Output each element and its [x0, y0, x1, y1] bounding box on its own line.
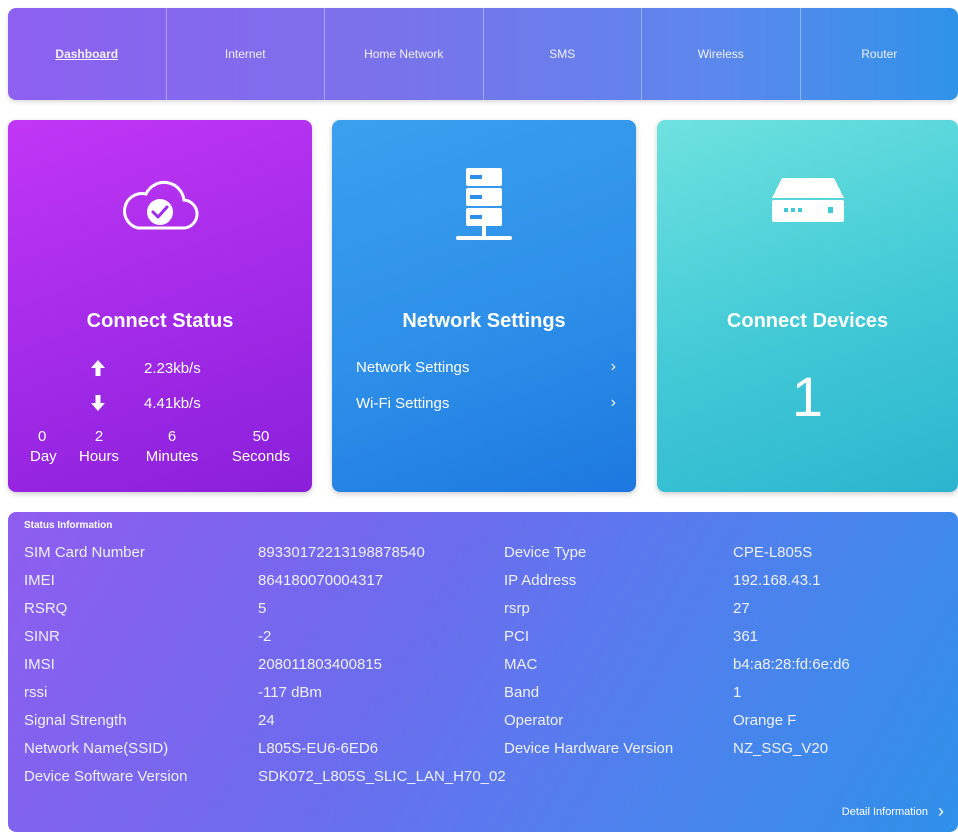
connect-devices-card[interactable]: Connect Devices 1: [657, 120, 958, 492]
status-label: IP Address: [504, 572, 577, 589]
status-label: rsrp: [504, 600, 530, 617]
connect-status-card[interactable]: Connect Status 2.23kb/s 4.41kb/s 0 2 6 5…: [8, 120, 312, 492]
uptime-hours-label: Hours: [78, 448, 119, 465]
chevron-right-icon: ›: [610, 394, 616, 411]
chevron-right-icon: ›: [938, 801, 944, 821]
wifi-settings-link-label: Wi-Fi Settings: [356, 394, 450, 412]
status-label: MAC: [504, 656, 538, 673]
server-icon: [452, 166, 516, 251]
status-information-title: Status Information: [24, 520, 113, 531]
download-rate: 4.41kb/s: [90, 394, 201, 412]
status-row: Signal Strength 24 Operator Orange F: [8, 712, 958, 740]
status-value: 5: [258, 600, 267, 617]
status-row: Network Name(SSID) L805S-EU6-6ED6 Device…: [8, 740, 958, 768]
status-value: 27: [733, 600, 750, 617]
uptime-seconds-value: 50: [252, 428, 270, 445]
router-icon: [768, 176, 848, 231]
uptime-minutes-value: 6: [167, 428, 177, 445]
uptime-day-label: Day: [30, 448, 57, 465]
detail-information-link[interactable]: Detail Information ›: [842, 801, 944, 822]
network-settings-link[interactable]: Network Settings ›: [356, 358, 616, 376]
network-settings-title: Network Settings: [402, 310, 566, 332]
status-row: SIM Card Number 89330172213198878540 Dev…: [8, 544, 958, 572]
status-label: IMSI: [24, 656, 55, 673]
arrow-up-icon: [91, 360, 105, 376]
status-row: RSRQ 5 rsrp 27: [8, 600, 958, 628]
cloud-check-icon: [118, 178, 202, 239]
status-value: CPE-L805S: [733, 544, 813, 561]
network-settings-card: Network Settings Network Settings › Wi-F…: [332, 120, 636, 492]
status-label: Signal Strength: [24, 712, 127, 729]
detail-information-label: Detail Information: [841, 805, 928, 818]
uptime-day-value: 0: [38, 428, 47, 445]
status-row: Device Software Version SDK072_L805S_SLI…: [8, 768, 958, 796]
status-label: Device Software Version: [24, 768, 188, 785]
status-label: IMEI: [24, 572, 55, 589]
status-value: 1: [733, 684, 742, 701]
download-rate-value: 4.41kb/s: [144, 394, 201, 412]
uptime-hours-value: 2: [94, 428, 104, 445]
status-label: PCI: [504, 628, 530, 645]
status-label: Operator: [504, 712, 564, 729]
status-label: SIM Card Number: [24, 544, 145, 561]
nav-tab-sms[interactable]: SMS: [484, 8, 642, 100]
status-label: Band: [504, 684, 540, 701]
status-value: 24: [258, 712, 275, 729]
status-label: rssi: [24, 684, 48, 701]
connected-devices-count: 1: [791, 365, 824, 428]
uptime-timer: 0 2 6 50 Day Hours Minutes Seconds: [18, 428, 308, 466]
upload-rate: 2.23kb/s: [90, 359, 201, 377]
top-nav: Dashboard Internet Home Network SMS Wire…: [8, 8, 958, 100]
nav-tab-router[interactable]: Router: [801, 8, 958, 100]
status-value: 208011803400815: [258, 656, 383, 673]
status-value: L805S-EU6-6ED6: [258, 740, 379, 757]
status-label: Network Name(SSID): [24, 740, 169, 757]
status-label: Device Type: [504, 544, 587, 561]
nav-tab-wireless[interactable]: Wireless: [642, 8, 801, 100]
connect-status-title: Connect Status: [86, 310, 234, 332]
wifi-settings-link[interactable]: Wi-Fi Settings ›: [356, 394, 616, 412]
uptime-minutes-label: Minutes: [145, 448, 199, 465]
nav-tab-internet[interactable]: Internet: [167, 8, 325, 100]
status-value: 864180070004317: [258, 572, 384, 589]
status-label: RSRQ: [24, 600, 68, 617]
status-row: SINR -2 PCI 361: [8, 628, 958, 656]
status-information-panel: Status Information SIM Card Number 89330…: [8, 512, 958, 832]
status-row: IMSI 208011803400815 MAC b4:a8:28:fd:6e:…: [8, 656, 958, 684]
uptime-seconds-label: Seconds: [231, 448, 291, 465]
chevron-right-icon: ›: [610, 358, 616, 375]
status-value: -117 dBm: [258, 684, 322, 701]
upload-rate-value: 2.23kb/s: [144, 359, 201, 377]
status-value: 192.168.43.1: [733, 572, 821, 589]
status-value: 89330172213198878540: [258, 544, 425, 561]
connect-devices-title: Connect Devices: [726, 310, 889, 332]
status-value: -2: [258, 628, 272, 645]
status-value: 361: [733, 628, 759, 645]
status-label: SINR: [24, 628, 60, 645]
status-row: rssi -117 dBm Band 1: [8, 684, 958, 712]
status-value: NZ_SSG_V20: [733, 740, 829, 757]
status-value: b4:a8:28:fd:6e:d6: [733, 656, 850, 673]
status-value: Orange F: [733, 712, 797, 729]
nav-tab-dashboard[interactable]: Dashboard: [8, 8, 167, 100]
nav-tab-home-network[interactable]: Home Network: [325, 8, 484, 100]
network-settings-link-label: Network Settings: [356, 358, 470, 376]
status-value: SDK072_L805S_SLIC_LAN_H70_02: [258, 768, 506, 785]
arrow-down-icon: [91, 395, 105, 411]
status-row: IMEI 864180070004317 IP Address 192.168.…: [8, 572, 958, 600]
status-label: Device Hardware Version: [504, 740, 674, 757]
